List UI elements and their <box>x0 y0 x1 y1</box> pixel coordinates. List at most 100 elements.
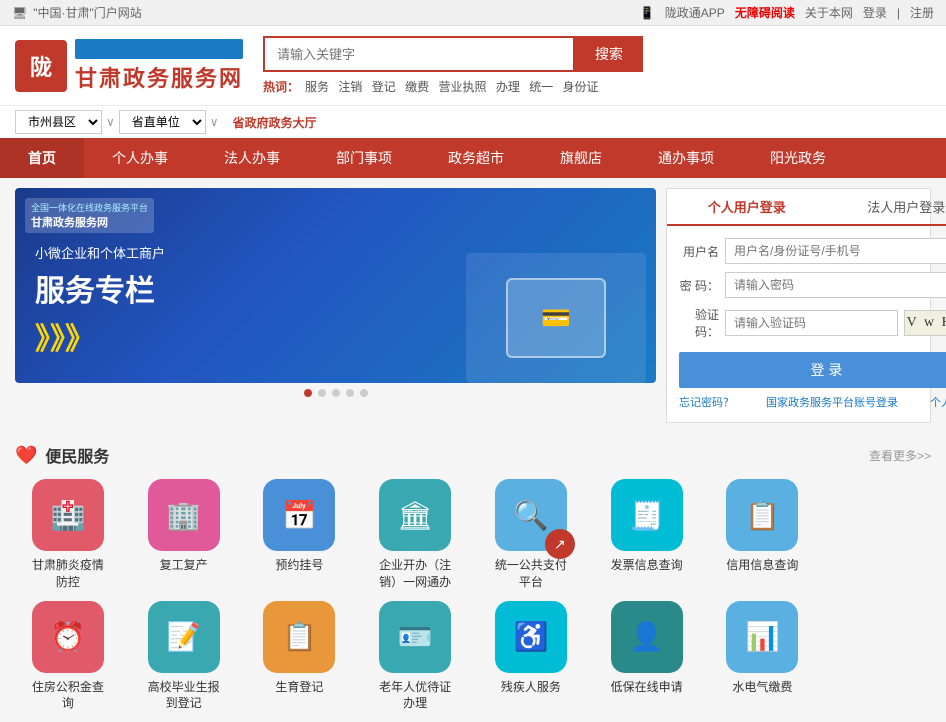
search-button[interactable]: 搜索 <box>575 36 643 72</box>
region-select[interactable]: 市州县区 <box>15 110 102 134</box>
nav-item-corp[interactable]: 法人办事 <box>196 138 308 178</box>
forgot-password-link[interactable]: 忘记密码？ <box>679 394 734 410</box>
section-title-text: 便民服务 <box>45 443 109 467</box>
utilities-label: 水电气缴费 <box>732 679 792 696</box>
heart-icon: ❤️ <box>15 445 37 466</box>
services-grid: 🏥 甘肃肺炎疫情防控 🏢 复工复产 📅 预约挂号 🏛 企业开办（注销）一网通办 … <box>15 479 931 712</box>
subsistence-icon: 👤 <box>611 601 683 673</box>
province-select[interactable]: 省直单位 <box>119 110 206 134</box>
birth-reg-label: 生育登记 <box>275 679 323 696</box>
service-item-invoice[interactable]: 🧾 发票信息查询 <box>594 479 700 591</box>
banner-image: 💳 <box>466 253 646 383</box>
service-item-credit[interactable]: 📋 信用信息查询 <box>710 479 816 591</box>
invoice-icon: 🧾 <box>611 479 683 551</box>
nav-item-cross[interactable]: 通办事项 <box>630 138 742 178</box>
nav-item-home[interactable]: 首页 <box>0 138 84 178</box>
hot-item-1[interactable]: 服务 <box>305 80 329 94</box>
nav-item-sunshine[interactable]: 阳光政务 <box>742 138 854 178</box>
logo-subtitle: 全国一体化在线政务服务平台 <box>75 39 243 59</box>
hot-item-5[interactable]: 营业执照 <box>438 80 486 94</box>
service-item-appointment[interactable]: 📅 预约挂号 <box>247 479 353 591</box>
tab-personal[interactable]: 个人用户登录 <box>667 189 827 226</box>
search-input[interactable] <box>263 36 575 72</box>
banner-dot-2[interactable] <box>318 389 326 397</box>
main-content: 全国一体化在线政务服务平台 甘肃政务服务网 小微企业和个体工商户 服务专栏 》》… <box>0 178 946 433</box>
about-link[interactable]: 关于本网 <box>805 4 853 21</box>
hot-item-7[interactable]: 统一 <box>529 80 553 94</box>
register-link[interactable]: 注册 <box>910 4 934 21</box>
service-item-resumption[interactable]: 🏢 复工复产 <box>131 479 237 591</box>
service-item-empty1 <box>825 479 931 591</box>
service-item-birth-reg[interactable]: 📋 生育登记 <box>247 601 353 713</box>
hot-item-3[interactable]: 登记 <box>372 80 396 94</box>
username-input[interactable] <box>725 238 946 264</box>
login-link[interactable]: 登录 <box>863 4 887 21</box>
password-input[interactable] <box>725 272 946 298</box>
hot-item-2[interactable]: 注销 <box>338 80 362 94</box>
resumption-label: 复工复产 <box>160 557 208 574</box>
logo-icon: 陇 <box>15 40 67 92</box>
service-item-elderly[interactable]: 🪪 老年人优待证办理 <box>362 601 468 713</box>
main-nav: 首页 个人办事 法人办事 部门事项 政务超市 旗舰店 通办事项 阳光政务 <box>0 138 946 178</box>
captcha-input[interactable] <box>725 310 898 336</box>
captcha-image[interactable]: V w H w <box>904 310 946 336</box>
bizsetup-label: 企业开办（注销）一网通办 <box>379 557 451 591</box>
section-header: ❤️ 便民服务 查看更多>> <box>15 443 931 467</box>
no-barrier-link[interactable]: 无障碍阅读 <box>735 4 795 21</box>
service-item-utilities[interactable]: 📊 水电气缴费 <box>710 601 816 713</box>
banner-dot-5[interactable] <box>360 389 368 397</box>
hot-item-8[interactable]: 身份证 <box>563 80 599 94</box>
credit-icon: 📋 <box>726 479 798 551</box>
service-item-housing-fund[interactable]: ⏰ 住房公积金查询 <box>15 601 121 713</box>
service-item-disability[interactable]: ♿ 残疾人服务 <box>478 601 584 713</box>
hot-item-6[interactable]: 办理 <box>496 80 520 94</box>
nav-item-dept[interactable]: 部门事项 <box>308 138 420 178</box>
banner-line2: 服务专栏 <box>35 266 165 310</box>
bizsetup-icon-inner: 🏛 <box>397 499 433 532</box>
subsistence-icon-inner: 👤 <box>629 620 664 653</box>
appointment-icon: 📅 <box>263 479 335 551</box>
banner-text: 小微企业和个体工商户 服务专栏 》》》 <box>35 243 165 358</box>
service-item-subsistence[interactable]: 👤 低保在线申请 <box>594 601 700 713</box>
app-label[interactable]: 陇政通APP <box>665 4 725 21</box>
service-item-graduate[interactable]: 📝 高校毕业生报到登记 <box>131 601 237 713</box>
captcha-label: 验证码： <box>679 306 719 340</box>
section-title: ❤️ 便民服务 <box>15 443 109 467</box>
hot-item-4[interactable]: 缴费 <box>405 80 429 94</box>
nav-item-market[interactable]: 政务超市 <box>420 138 532 178</box>
birth-reg-icon-inner: 📋 <box>282 620 317 653</box>
graduate-icon-inner: 📝 <box>166 620 201 653</box>
login-tabs: 个人用户登录 法人用户登录 <box>667 189 946 226</box>
graduate-icon: 📝 <box>148 601 220 673</box>
login-main-area: 个人用户登录 法人用户登录 用户名 密 码： 验证码： <box>667 189 930 422</box>
personal-register-link[interactable]: 个人注册 <box>930 394 946 410</box>
login-button[interactable]: 登 录 <box>679 352 946 388</box>
service-item-payment[interactable]: 🔍 ↗ 统一公共支付平台 <box>478 479 584 591</box>
elderly-label: 老年人优待证办理 <box>379 679 451 713</box>
banner-dot-3[interactable] <box>332 389 340 397</box>
credit-icon-inner: 📋 <box>745 499 780 532</box>
pandemic-icon-inner: 🏥 <box>50 499 85 532</box>
bizsetup-icon: 🏛 <box>379 479 451 551</box>
elderly-icon-inner: 🪪 <box>398 620 433 653</box>
dept-link[interactable]: 省政府政务大厅 <box>233 114 317 131</box>
nav-item-personal[interactable]: 个人办事 <box>84 138 196 178</box>
tab-corp[interactable]: 法人用户登录 <box>827 189 946 224</box>
housing-fund-icon: ⏰ <box>32 601 104 673</box>
password-label: 密 码： <box>679 277 719 294</box>
disability-icon-inner: ♿ <box>513 620 548 653</box>
top-bar-left: 🖥 "中国·甘肃"门户网站 <box>12 4 142 21</box>
see-more-link[interactable]: 查看更多>> <box>869 447 931 464</box>
payment-icon-inner: 🔍 <box>513 499 548 532</box>
banner: 全国一体化在线政务服务平台 甘肃政务服务网 小微企业和个体工商户 服务专栏 》》… <box>15 188 656 383</box>
national-login-link[interactable]: 国家政务服务平台账号登录 <box>766 394 898 410</box>
invoice-icon-inner: 🧾 <box>629 499 664 532</box>
service-item-bizsetup[interactable]: 🏛 企业开办（注销）一网通办 <box>362 479 468 591</box>
nav-item-flagship[interactable]: 旗舰店 <box>532 138 630 178</box>
banner-dot-1[interactable] <box>304 389 312 397</box>
banner-dot-4[interactable] <box>346 389 354 397</box>
invoice-label: 发票信息查询 <box>611 557 683 574</box>
banner-dots <box>15 389 656 397</box>
service-item-pandemic[interactable]: 🏥 甘肃肺炎疫情防控 <box>15 479 121 591</box>
credit-label: 信用信息查询 <box>726 557 798 574</box>
